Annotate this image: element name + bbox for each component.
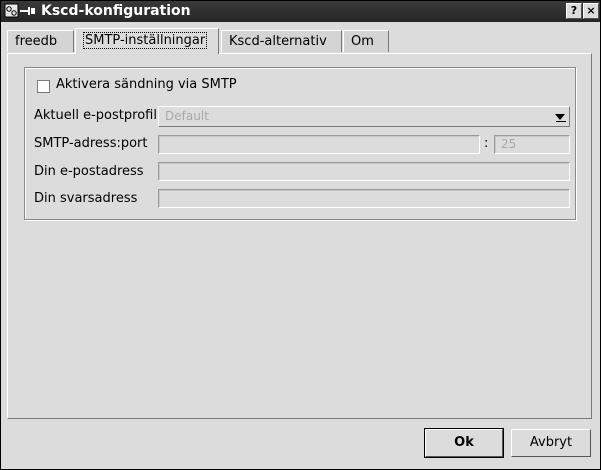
app-icon[interactable] [4, 3, 36, 19]
tab-about[interactable]: Om [343, 30, 389, 52]
smtp-address-label: SMTP-adress:port [34, 136, 148, 151]
email-input[interactable] [158, 162, 570, 181]
smtp-settings-page: Aktivera sändning via SMTP Aktuell e-pos… [7, 53, 592, 419]
tab-label: Om [351, 34, 374, 49]
tab-label: SMTP-inställningar [83, 32, 208, 49]
profile-value: Default [165, 109, 209, 123]
close-button[interactable]: × [583, 3, 599, 19]
tab-smtp-settings[interactable]: SMTP-inställningar [75, 28, 219, 54]
reply-address-input[interactable] [158, 189, 570, 208]
enable-smtp-label[interactable]: Aktivera sändning via SMTP [56, 77, 237, 92]
title-bar[interactable]: Kscd-konfiguration ? × [1, 1, 600, 22]
cancel-button[interactable]: Avbryt [511, 429, 591, 457]
config-dialog: Kscd-konfiguration ? × freedb SMTP-instä… [0, 0, 601, 470]
tab-label: freedb [15, 34, 58, 49]
help-button[interactable]: ? [566, 3, 582, 19]
chevron-down-icon [555, 114, 565, 120]
profile-label: Aktuell e-postprofil [34, 108, 157, 123]
tab-kscd-options[interactable]: Kscd-alternativ [221, 30, 342, 52]
email-label: Din e-postadress [34, 164, 144, 179]
tab-freedb[interactable]: freedb [7, 30, 74, 52]
enable-smtp-checkbox[interactable] [37, 80, 50, 93]
smtp-address-input[interactable] [158, 135, 480, 154]
window-title: Kscd-konfiguration [41, 3, 191, 19]
profile-dropdown[interactable]: Default [158, 106, 570, 127]
ok-button[interactable]: Ok [424, 428, 504, 458]
tab-label: Kscd-alternativ [229, 34, 327, 49]
port-separator: : [484, 136, 489, 151]
dropdown-underline [556, 121, 566, 122]
reply-address-label: Din svarsadress [34, 191, 138, 206]
smtp-group: Aktivera sändning via SMTP Aktuell e-pos… [24, 67, 576, 220]
smtp-port-input[interactable]: 25 [494, 135, 570, 154]
